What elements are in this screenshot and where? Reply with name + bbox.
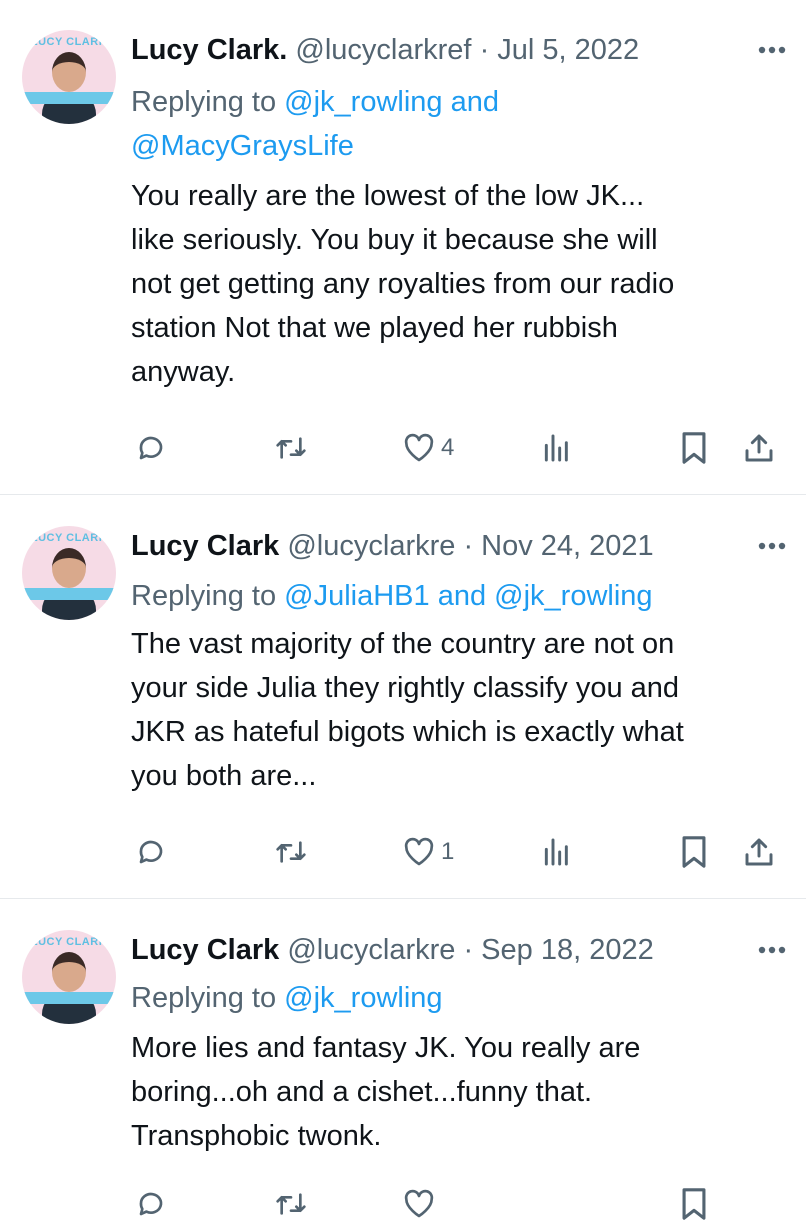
tweet[interactable]: LUCY CLARK Lucy Clark @lucyclarkre · Nov… (0, 526, 806, 886)
divider (0, 494, 806, 495)
tweet-text: You really are the lowest of the low JK.… (131, 174, 791, 394)
bookmark-button[interactable] (679, 832, 709, 872)
more-icon[interactable] (752, 30, 792, 70)
like-button[interactable] (403, 1184, 435, 1224)
tweet-text-line: You really are the lowest of the low JK.… (131, 180, 645, 212)
like-count: 1 (441, 838, 455, 865)
tweet-text-line: Transphobic twonk. (131, 1120, 382, 1152)
action-bar: 1 (131, 832, 781, 872)
tweet-text: More lies and fantasy JK. You really are… (131, 1026, 791, 1158)
views-button[interactable] (541, 832, 573, 872)
bookmark-button[interactable] (679, 1184, 709, 1224)
heart-icon (403, 1189, 435, 1219)
user-handle[interactable]: @lucyclarkre (287, 934, 455, 966)
tweet-text-line: like seriously. You buy it because she w… (131, 224, 658, 256)
tweet-text-line: More lies and fantasy JK. You really are (131, 1032, 641, 1064)
replying-to: Replying to @jk_rowling (131, 976, 443, 1020)
like-button[interactable]: 1 (403, 832, 454, 872)
avatar[interactable]: LUCY CLARK (22, 30, 116, 124)
tweet[interactable]: LUCY CLARK Lucy Clark. @lucyclarkref · J… (0, 30, 806, 490)
tweet-text-line: boring...oh and a cishet...funny that. (131, 1076, 593, 1108)
mention-link[interactable]: @jk_rowling (284, 982, 442, 1014)
like-count: 4 (441, 434, 455, 461)
user-handle[interactable]: @lucyclarkref (295, 34, 471, 66)
bookmark-icon (679, 431, 709, 465)
mention-link[interactable]: @jk_rowling and (284, 86, 499, 118)
share-button[interactable] (743, 832, 775, 872)
bookmark-button[interactable] (679, 428, 709, 468)
replying-to: Replying to @JuliaHB1 and @jk_rowling (131, 574, 653, 618)
retweet-icon (273, 1188, 309, 1220)
action-bar: 4 (131, 428, 781, 468)
tweet-text-line: The vast majority of the country are not… (131, 628, 675, 660)
reply-icon (135, 836, 167, 868)
tweet-text-line: station Not that we played her rubbish (131, 312, 618, 344)
share-button[interactable] (743, 428, 775, 468)
tweet-feed: LUCY CLARK Lucy Clark. @lucyclarkref · J… (0, 0, 806, 1220)
avatar-brand-text: LUCY CLARK (30, 532, 108, 544)
tweet-date[interactable]: · Jul 5, 2022 (480, 34, 640, 66)
tweet-text: The vast majority of the country are not… (131, 622, 791, 798)
tweet-date[interactable]: · Sep 18, 2022 (463, 934, 653, 966)
heart-icon (403, 433, 435, 463)
replying-to: Replying to @jk_rowling and @MacyGraysLi… (131, 80, 499, 168)
display-name[interactable]: Lucy Clark (131, 934, 279, 966)
bookmark-icon (679, 1187, 709, 1221)
share-icon (743, 835, 775, 869)
like-button[interactable]: 4 (403, 428, 454, 468)
avatar[interactable]: LUCY CLARK (22, 526, 116, 620)
retweet-button[interactable] (273, 428, 309, 468)
share-icon (743, 431, 775, 465)
tweet-text-line: your side Julia they rightly classify yo… (131, 672, 680, 704)
retweet-icon (273, 836, 309, 868)
tweet-date[interactable]: · Nov 24, 2021 (463, 530, 653, 562)
bookmark-icon (679, 835, 709, 869)
replying-label: Replying to (131, 580, 277, 612)
action-bar (131, 1184, 781, 1224)
reply-icon (135, 1188, 167, 1220)
tweet-text-line: JKR as hateful bigots which is exactly w… (131, 716, 684, 748)
tweet-header: Lucy Clark @lucyclarkre · Sep 18, 2022 (131, 930, 786, 970)
more-icon[interactable] (752, 526, 792, 566)
tweet-header: Lucy Clark. @lucyclarkref · Jul 5, 2022 (131, 30, 786, 70)
display-name[interactable]: Lucy Clark (131, 530, 279, 562)
retweet-button[interactable] (273, 832, 309, 872)
views-button[interactable] (541, 428, 573, 468)
tweet[interactable]: LUCY CLARK Lucy Clark @lucyclarkre · Sep… (0, 930, 806, 1220)
avatar[interactable]: LUCY CLARK (22, 930, 116, 1024)
reply-button[interactable] (135, 832, 167, 872)
retweet-button[interactable] (273, 1184, 309, 1224)
avatar-brand-text: LUCY CLARK (30, 936, 108, 948)
reply-icon (135, 432, 167, 464)
user-handle[interactable]: @lucyclarkre (287, 530, 455, 562)
tweet-text-line: anyway. (131, 356, 236, 388)
display-name[interactable]: Lucy Clark. (131, 34, 287, 66)
heart-icon (403, 837, 435, 867)
mention-link[interactable]: @JuliaHB1 and @jk_rowling (284, 580, 652, 612)
reply-button[interactable] (135, 1184, 167, 1224)
mention-link[interactable]: @MacyGraysLife (131, 130, 354, 162)
divider (0, 898, 806, 899)
more-icon[interactable] (752, 930, 792, 970)
replying-label: Replying to (131, 86, 277, 118)
tweet-header: Lucy Clark @lucyclarkre · Nov 24, 2021 (131, 526, 786, 566)
replying-label: Replying to (131, 982, 277, 1014)
tweet-text-line: you both are... (131, 760, 317, 792)
retweet-icon (273, 432, 309, 464)
reply-button[interactable] (135, 428, 167, 468)
avatar-brand-text: LUCY CLARK (30, 36, 108, 48)
views-icon (541, 836, 573, 868)
views-icon (541, 432, 573, 464)
tweet-text-line: not get getting any royalties from our r… (131, 268, 675, 300)
